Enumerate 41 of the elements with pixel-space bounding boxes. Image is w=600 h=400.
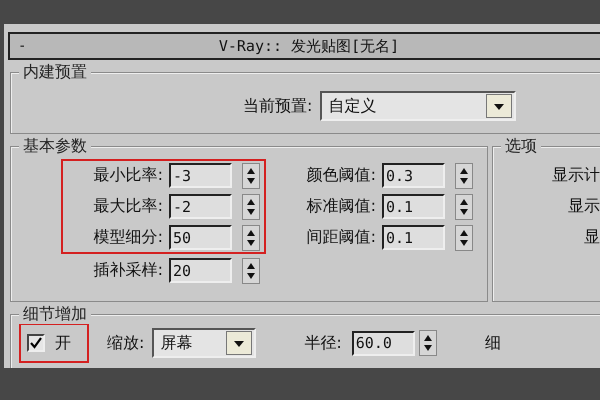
number-field[interactable]: -2 (169, 194, 232, 219)
field-label: 当前预置: (243, 96, 312, 116)
preset-dropdown[interactable]: 自定义 (320, 91, 516, 121)
spinner-button[interactable] (455, 194, 473, 220)
option-label: 显示计 (552, 165, 600, 186)
checkbox[interactable] (27, 334, 45, 352)
spinner-button[interactable] (455, 224, 473, 250)
spinner-button[interactable] (242, 258, 260, 284)
group-title: 基本参数 (19, 136, 91, 156)
spinner-button[interactable] (418, 330, 437, 356)
scale-dropdown[interactable]: 屏幕 (152, 328, 256, 358)
group-title: 内建预置 (19, 62, 91, 82)
number-field[interactable]: 0.1 (382, 194, 445, 219)
rollout-title-bar[interactable]: - V-Ray:: 发光贴图[无名] (8, 32, 600, 60)
option-label: 显示 (568, 196, 600, 217)
field-label: 模型细分: (92, 227, 163, 248)
number-field[interactable]: -3 (169, 163, 232, 188)
group-title: 细节增加 (19, 304, 91, 324)
field-label: 标准阈值: (306, 196, 376, 217)
group-title: 选项 (501, 136, 541, 156)
field-label: 细 (484, 332, 501, 354)
number-field[interactable]: 0.1 (382, 225, 445, 250)
spinner-button[interactable] (455, 162, 473, 188)
field-label: 最小比率: (92, 165, 163, 186)
field-label: 缩放: (107, 332, 144, 354)
checkbox-label[interactable]: 开 (55, 332, 71, 354)
spinner-button[interactable] (242, 162, 260, 188)
field-label: 最大比率: (92, 196, 163, 217)
spinner-button[interactable] (242, 194, 260, 220)
spinner-button[interactable] (242, 224, 260, 250)
number-field[interactable]: 50 (169, 225, 232, 250)
field-label: 插补采样: (92, 260, 163, 281)
field-label: 间距阈值: (306, 227, 376, 248)
number-field[interactable]: 60.0 (352, 330, 415, 356)
number-field[interactable]: 20 (169, 258, 232, 283)
rollout-title: V-Ray:: 发光贴图[无名] (218, 36, 400, 56)
number-field[interactable]: 0.3 (382, 163, 445, 188)
collapse-sign[interactable]: - (10, 38, 38, 54)
option-label: 显 (584, 227, 600, 248)
field-label: 半径: (304, 332, 342, 354)
field-label: 颜色阈值: (306, 165, 376, 186)
